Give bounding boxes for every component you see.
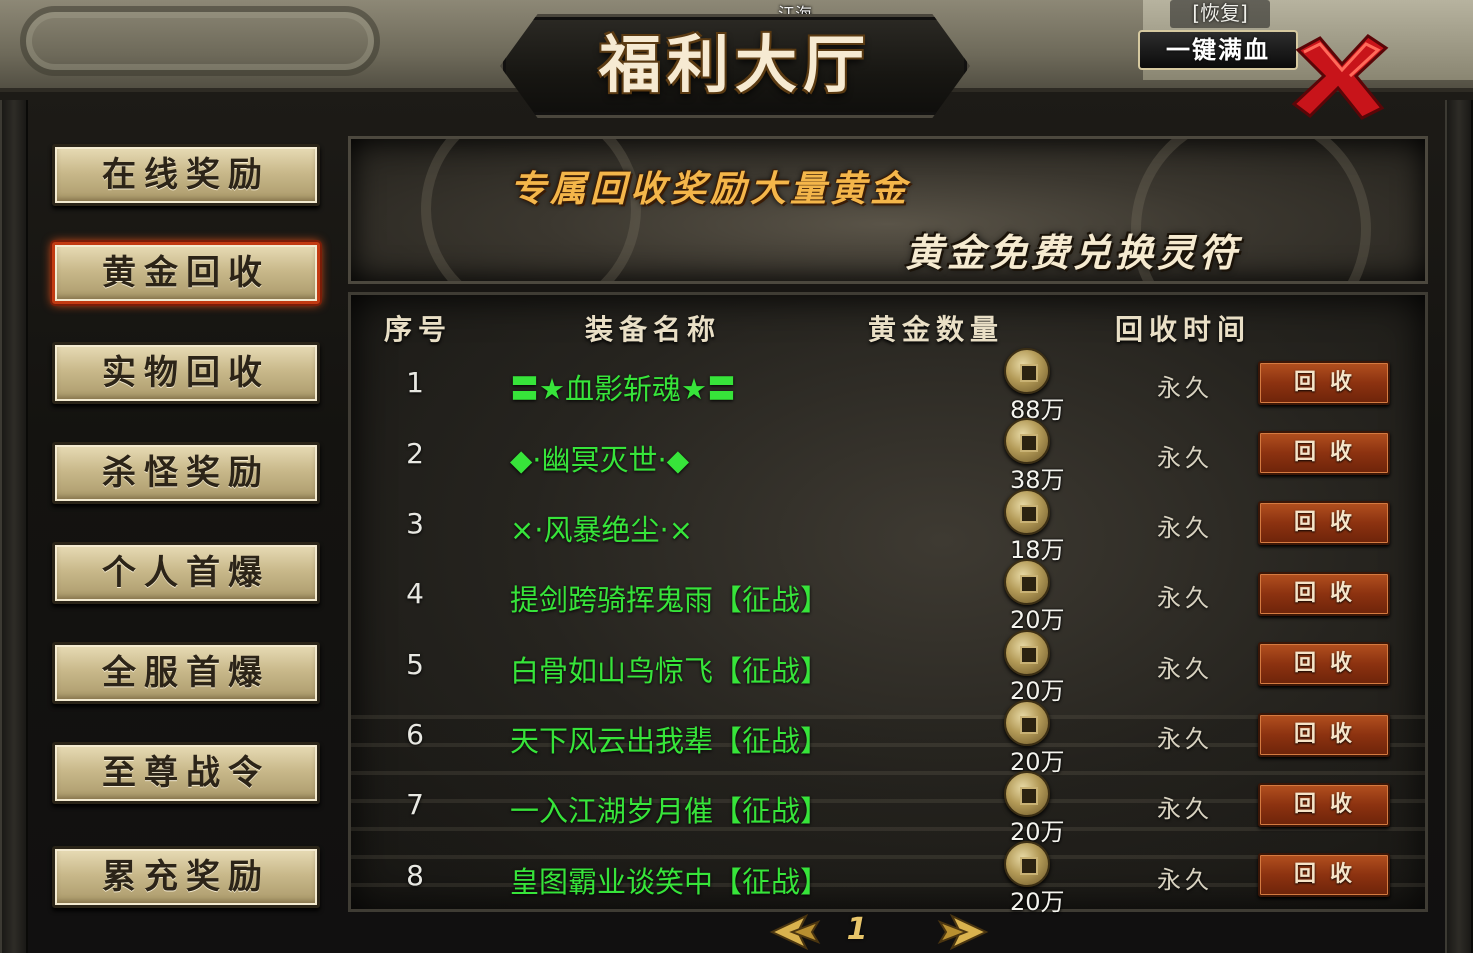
menu-item-supreme-pass[interactable]: 至尊战令 <box>52 742 320 804</box>
full-heal-button[interactable]: 一键满血 <box>1138 30 1298 70</box>
menu-item-server-first-drop[interactable]: 全服首爆 <box>52 642 320 704</box>
row-6-item-name: 天下风云出我辈【征战】 <box>510 724 830 758</box>
arrow-left-icon <box>769 913 821 951</box>
row-2-index: 2 <box>406 437 424 470</box>
frame-rail-left <box>0 100 28 953</box>
row-5-item-name: 白骨如山鸟惊飞【征战】 <box>510 654 830 688</box>
row-3-item-name: ×·风暴绝尘·× <box>510 513 694 547</box>
menu-item-personal-first-drop[interactable]: 个人首爆 <box>52 542 320 604</box>
next-page-button[interactable] <box>936 912 996 952</box>
coin-icon <box>1004 771 1050 817</box>
menu-item-recharge-reward[interactable]: 累充奖励 <box>52 846 320 908</box>
close-button[interactable] <box>1290 30 1390 120</box>
row-3-recycle-button[interactable]: 回收 <box>1258 501 1390 545</box>
window-title: 福利大厅 <box>598 28 871 101</box>
stone-swirl-decoration <box>20 6 380 76</box>
col-header-index: 序号 <box>384 313 453 346</box>
row-1-index: 1 <box>406 366 424 399</box>
row-1-item-name: 〓★血影斩魂★〓 <box>510 372 736 406</box>
coin-icon <box>1004 348 1050 394</box>
row-8-item-name: 皇图霸业谈笑中【征战】 <box>510 865 830 899</box>
menu-item-physical-recycle[interactable]: 实物回收 <box>52 342 320 404</box>
row-7-item-name: 一入江湖岁月催【征战】 <box>510 794 830 828</box>
row-8-gold: 20万 <box>1010 888 1065 916</box>
col-header-gold-amount: 黄金数量 <box>868 313 1005 346</box>
row-5-index: 5 <box>406 648 424 681</box>
row-6-time: 永久 <box>1157 725 1213 753</box>
row-7-index: 7 <box>406 788 424 821</box>
menu-item-online-reward[interactable]: 在线奖励 <box>52 144 320 206</box>
coin-icon <box>1004 559 1050 605</box>
frame-rail-right <box>1445 100 1473 953</box>
col-header-recycle-time: 回收时间 <box>1115 313 1252 346</box>
row-3-index: 3 <box>406 507 424 540</box>
row-1-recycle-button[interactable]: 回收 <box>1258 361 1390 405</box>
coin-icon <box>1004 489 1050 535</box>
coin-icon <box>1004 630 1050 676</box>
col-header-item-name: 装备名称 <box>585 313 722 346</box>
menu-item-kill-reward[interactable]: 杀怪奖励 <box>52 442 320 504</box>
row-4-item-name: 提剑跨骑挥鬼雨【征战】 <box>510 583 830 617</box>
row-5-time: 永久 <box>1157 655 1213 683</box>
row-1-time: 永久 <box>1157 374 1213 402</box>
row-2-time: 永久 <box>1157 444 1213 472</box>
row-4-index: 4 <box>406 577 424 610</box>
row-5-recycle-button[interactable]: 回收 <box>1258 642 1390 686</box>
row-8-time: 永久 <box>1157 866 1213 894</box>
row-2-item-name: ◆·幽冥灭世·◆ <box>510 443 690 477</box>
hud-restore-tag: [恢复] <box>1170 0 1270 28</box>
prev-page-button[interactable] <box>762 912 822 952</box>
row-7-time: 永久 <box>1157 795 1213 823</box>
row-8-index: 8 <box>406 859 424 892</box>
close-x-icon <box>1291 34 1389 120</box>
coin-icon <box>1004 841 1050 887</box>
row-8-recycle-button[interactable]: 回收 <box>1258 853 1390 897</box>
arrow-right-icon <box>937 913 989 951</box>
row-6-recycle-button[interactable]: 回收 <box>1258 713 1390 757</box>
row-2-recycle-button[interactable]: 回收 <box>1258 431 1390 475</box>
row-7-recycle-button[interactable]: 回收 <box>1258 783 1390 827</box>
current-page-number: 1 <box>846 912 868 947</box>
coin-icon <box>1004 418 1050 464</box>
banner-subline: 黄金免费兑换灵符 <box>905 230 1242 275</box>
row-3-time: 永久 <box>1157 514 1213 542</box>
row-4-time: 永久 <box>1157 584 1213 612</box>
banner-headline: 专属回收奖励大量黄金 <box>510 168 911 210</box>
row-6-index: 6 <box>406 718 424 751</box>
coin-icon <box>1004 700 1050 746</box>
menu-item-gold-recycle[interactable]: 黄金回收 <box>52 242 320 304</box>
row-4-recycle-button[interactable]: 回收 <box>1258 572 1390 616</box>
